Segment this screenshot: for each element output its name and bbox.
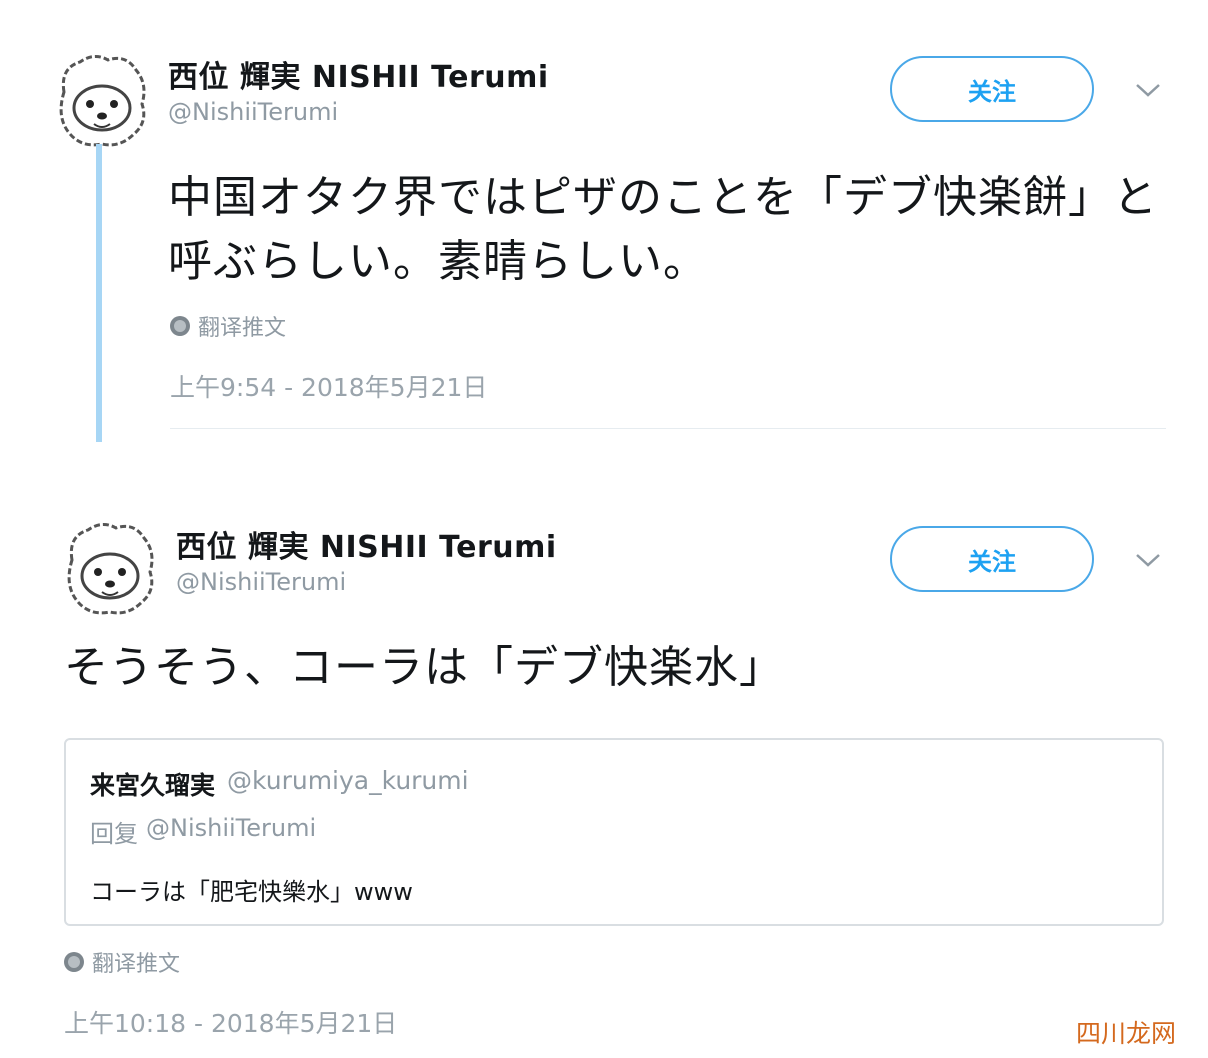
follow-button[interactable]: 关注	[890, 526, 1094, 592]
reply-handle[interactable]: @NishiiTerumi	[146, 814, 316, 849]
translate-label: 翻译推文	[198, 316, 287, 341]
globe-icon	[64, 952, 84, 972]
author-display-name[interactable]: 西位 輝実 NISHII Terumi	[176, 522, 557, 566]
tweet-text: 中国オタク界ではピザのことを「デブ快楽餅」と呼ぶらしい。素晴らしい。	[168, 172, 1158, 287]
quoted-author-name: 来宮久瑠実	[90, 771, 216, 800]
quoted-text: コーラは「肥宅快樂水」www	[90, 878, 413, 906]
author-handle[interactable]: @NishiiTerumi	[168, 98, 338, 126]
author-avatar-2[interactable]	[58, 516, 162, 620]
globe-icon	[170, 316, 190, 336]
bear-avatar-icon	[52, 50, 152, 150]
bear-avatar-icon	[60, 518, 160, 618]
translate-link[interactable]: 翻译推文	[64, 946, 180, 978]
reply-prefix: 回复	[90, 820, 138, 848]
author-avatar-1[interactable]	[50, 48, 154, 152]
translate-label: 翻译推文	[92, 952, 181, 977]
quoted-tweet-card[interactable]: 来宮久瑠実 @kurumiya_kurumi 回复 @NishiiTerumi …	[64, 738, 1164, 926]
site-watermark: 四川龙网	[1069, 1012, 1182, 1052]
quoted-author: 来宮久瑠実 @kurumiya_kurumi	[90, 766, 469, 802]
thread-line	[96, 144, 102, 442]
tweet-timestamp[interactable]: 上午10:18 - 2018年5月21日	[64, 1004, 397, 1040]
tweet-text: そうそう、コーラは「デブ快楽水」	[64, 642, 784, 693]
quoted-reply-line: 回复 @NishiiTerumi	[90, 814, 316, 849]
chevron-down-icon[interactable]	[1130, 542, 1166, 578]
tweet-timestamp[interactable]: 上午9:54 - 2018年5月21日	[170, 368, 487, 404]
author-handle[interactable]: @NishiiTerumi	[176, 568, 346, 596]
quoted-author-handle: @kurumiya_kurumi	[227, 766, 469, 795]
tweet-divider	[170, 428, 1166, 429]
follow-button[interactable]: 关注	[890, 56, 1094, 122]
chevron-down-icon[interactable]	[1130, 72, 1166, 108]
author-display-name[interactable]: 西位 輝実 NISHII Terumi	[168, 52, 549, 96]
translate-link[interactable]: 翻译推文	[170, 310, 286, 342]
